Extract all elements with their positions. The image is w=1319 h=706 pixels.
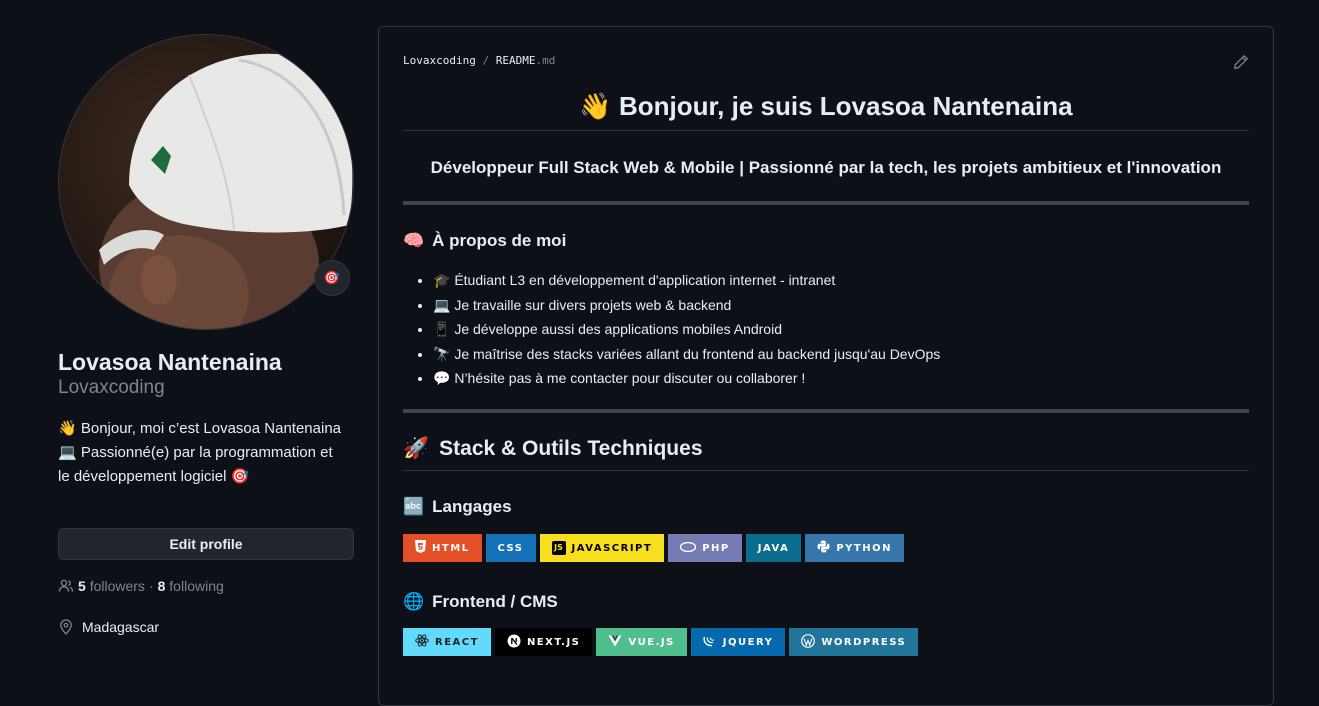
- badge-php[interactable]: PHP: [668, 534, 742, 562]
- brain-icon: 🧠: [403, 231, 425, 250]
- edit-readme-button[interactable]: [1233, 54, 1249, 75]
- following-link[interactable]: 8 following: [158, 578, 224, 594]
- breadcrumb-file[interactable]: README: [496, 54, 536, 67]
- wordpress-icon: [801, 633, 816, 651]
- profile-bio: 👋 Bonjour, moi c’est Lovasoa Nantenaina …: [58, 420, 342, 485]
- stack-heading-text: Stack & Outils Techniques: [439, 437, 703, 460]
- badge-label: VUE.JS: [628, 636, 675, 648]
- breadcrumb-extension: .md: [535, 54, 556, 67]
- nextjs-icon: [507, 634, 521, 651]
- badge-label: CSS: [497, 542, 524, 554]
- badge-label: PYTHON: [836, 542, 892, 554]
- location-row: Madagascar: [58, 619, 159, 635]
- languages-heading-text: Langages: [432, 497, 512, 516]
- globe-icon: 🌐: [403, 592, 425, 611]
- readme-title: 👋 Bonjour, je suis Lovasoa Nantenaina: [579, 91, 1073, 121]
- badge-javascript[interactable]: JS JAVASCRIPT: [539, 534, 665, 562]
- telescope-icon: 🔭: [433, 345, 451, 362]
- badge-label: REACT: [435, 636, 479, 648]
- vue-icon: [608, 635, 622, 650]
- react-icon: [415, 634, 429, 650]
- people-icon: [58, 579, 74, 592]
- readme-subtitle: Développeur Full Stack Web & Mobile | Pa…: [430, 158, 1222, 177]
- avatar-container: 🎯: [58, 34, 354, 330]
- javascript-icon: JS: [551, 541, 566, 555]
- following-label: following: [169, 578, 224, 594]
- mobile-phone-icon: 📱: [433, 321, 451, 337]
- list-item: 🎓 Étudiant L3 en développement d'applica…: [433, 268, 940, 293]
- badge-java[interactable]: JAVA: [745, 534, 802, 562]
- about-heading: 🧠 À propos de moi: [403, 231, 566, 251]
- edit-profile-button[interactable]: Edit profile: [58, 528, 354, 560]
- languages-badges: HTML CSS JS JAVASCRIPT PHP JAVA PYTHON: [403, 534, 904, 562]
- following-count: 8: [157, 578, 166, 594]
- location-pin-icon: [60, 619, 72, 635]
- list-item: 💻 Je travaille sur divers projets web & …: [433, 293, 940, 318]
- profile-name: Lovasoa Nantenaina: [58, 349, 282, 375]
- title-divider: [403, 130, 1249, 131]
- status-badge[interactable]: 🎯: [314, 260, 350, 296]
- followers-link[interactable]: 5 followers: [78, 578, 145, 594]
- list-item-text: Je développe aussi des applications mobi…: [454, 321, 782, 337]
- badge-label: JQUERY: [722, 636, 774, 648]
- html5-icon: [415, 540, 426, 556]
- badge-label: JAVASCRIPT: [571, 542, 653, 554]
- list-item-text: Je travaille sur divers projets web & ba…: [454, 296, 732, 313]
- stat-separator: ·: [148, 578, 154, 594]
- avatar[interactable]: [58, 34, 354, 330]
- list-item-text: N’hésite pas à me contacter pour discute…: [454, 370, 806, 386]
- badge-label: PHP: [702, 542, 730, 554]
- frontend-badges: REACT NEXT.JS VUE.JS JQUERY WORDPRESS: [403, 628, 919, 656]
- breadcrumb-owner[interactable]: Lovaxcoding: [403, 54, 476, 67]
- badge-react[interactable]: REACT: [403, 628, 491, 656]
- laptop-icon: 💻: [433, 296, 451, 313]
- stack-divider: [403, 470, 1249, 471]
- badge-nextjs[interactable]: NEXT.JS: [494, 628, 593, 656]
- follow-stats: 5 followers · 8 following: [58, 578, 224, 594]
- badge-label: HTML: [432, 542, 470, 554]
- badge-python[interactable]: PYTHON: [805, 534, 904, 562]
- readme-breadcrumb: Lovaxcoding / README.md: [403, 54, 555, 67]
- about-heading-text: À propos de moi: [432, 231, 567, 250]
- stack-heading: 🚀 Stack & Outils Techniques: [403, 437, 703, 461]
- list-item-text: Étudiant L3 en développement d'applicati…: [454, 272, 836, 288]
- graduation-cap-icon: 🎓: [433, 272, 451, 288]
- rocket-icon: 🚀: [403, 437, 430, 460]
- php-icon: [680, 541, 697, 555]
- badge-label: NEXT.JS: [526, 636, 581, 648]
- abc-icon: 🔤: [403, 497, 425, 516]
- avatar-photo: [99, 53, 353, 329]
- section-divider: [403, 201, 1249, 205]
- followers-label: followers: [89, 578, 145, 594]
- badge-label: WORDPRESS: [821, 636, 907, 648]
- badge-jquery[interactable]: JQUERY: [690, 628, 786, 656]
- readme-panel: Lovaxcoding / README.md 👋 Bonjour, je su…: [378, 26, 1274, 706]
- location-text: Madagascar: [82, 619, 160, 635]
- list-item: 📱 Je développe aussi des applications mo…: [433, 317, 940, 342]
- list-item: 🔭 Je maîtrise des stacks variées allant …: [433, 342, 940, 367]
- list-item: 💬 N’hésite pas à me contacter pour discu…: [433, 366, 940, 391]
- followers-count: 5: [78, 578, 86, 594]
- about-list: 🎓 Étudiant L3 en développement d'applica…: [403, 268, 940, 391]
- section-divider: [403, 409, 1249, 413]
- jquery-icon: [703, 635, 717, 650]
- badge-vuejs[interactable]: VUE.JS: [596, 628, 687, 656]
- speech-bubble-icon: 💬: [433, 370, 451, 386]
- frontend-heading-text: Frontend / CMS: [432, 592, 558, 611]
- badge-wordpress[interactable]: WORDPRESS: [789, 628, 919, 656]
- python-icon: [817, 540, 830, 556]
- list-item-text: Je maîtrise des stacks variées allant du…: [454, 345, 941, 362]
- pencil-icon: [1234, 55, 1248, 69]
- languages-heading: 🔤 Langages: [403, 497, 512, 517]
- breadcrumb-separator: /: [482, 54, 490, 67]
- badge-css[interactable]: CSS: [485, 534, 536, 562]
- status-emoji: 🎯: [323, 270, 341, 285]
- profile-login: Lovaxcoding: [58, 377, 165, 398]
- frontend-heading: 🌐 Frontend / CMS: [403, 592, 558, 612]
- badge-label: JAVA: [757, 542, 790, 554]
- badge-html[interactable]: HTML: [403, 534, 482, 562]
